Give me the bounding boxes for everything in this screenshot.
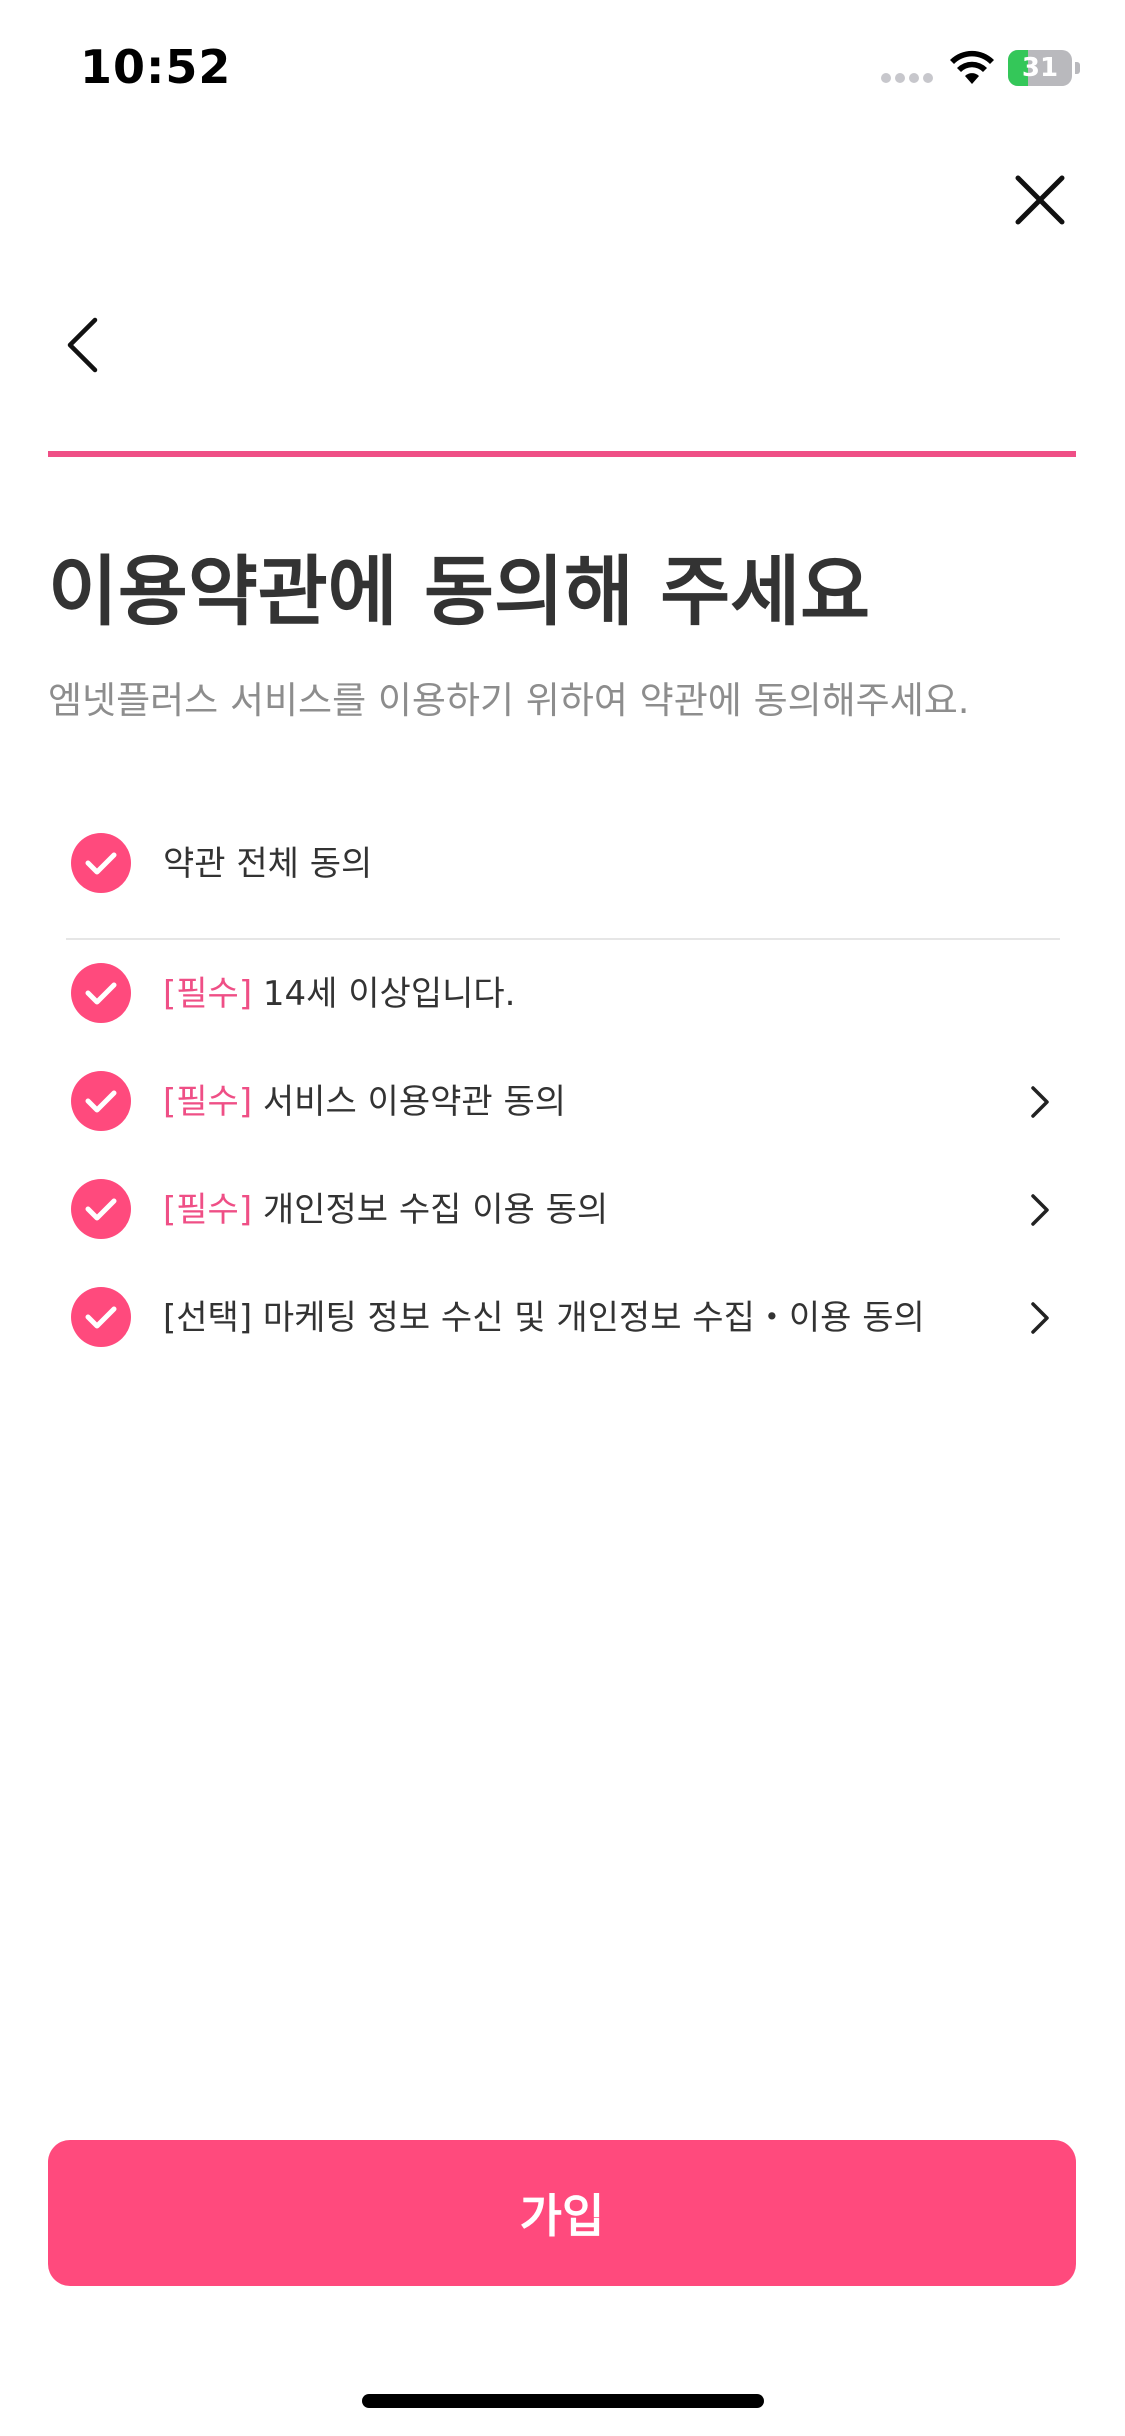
page-subtitle: 엠넷플러스 서비스를 이용하기 위하여 약관에 동의해주세요. (48, 679, 970, 722)
wifi-icon (950, 50, 994, 84)
agree-item-label: [선택] 마케팅 정보 수신 및 개인정보 수집・이용 동의 (163, 1286, 925, 1350)
agree-item-label: [필수] 14세 이상입니다. (163, 962, 515, 1026)
agree-all-label: 약관 전체 동의 (163, 844, 373, 884)
required-tag: [필수] (163, 1190, 253, 1230)
battery-icon: 31 (1008, 50, 1080, 86)
check-circle-icon[interactable] (70, 1178, 132, 1240)
agree-item-text: 서비스 이용약관 동의 (262, 1082, 567, 1122)
join-button[interactable]: 가입 (48, 2140, 1076, 2286)
cellular-signal-icon (881, 73, 933, 83)
status-time: 10:52 (80, 40, 232, 94)
divider (66, 938, 1060, 940)
chevron-right-icon[interactable] (1020, 1190, 1060, 1230)
agree-item-label: [필수] 개인정보 수집 이용 동의 (163, 1178, 608, 1242)
agree-all-row[interactable]: 약관 전체 동의 (70, 832, 1060, 896)
chevron-right-icon[interactable] (1020, 1082, 1060, 1122)
battery-percent: 31 (1021, 53, 1059, 83)
agree-item-privacy[interactable]: [필수] 개인정보 수집 이용 동의 (70, 1178, 1060, 1242)
check-circle-icon[interactable] (70, 1070, 132, 1132)
agree-item-label: [필수] 서비스 이용약관 동의 (163, 1070, 566, 1134)
home-indicator (362, 2394, 764, 2408)
chevron-right-icon[interactable] (1020, 1298, 1060, 1338)
required-tag: [필수] (163, 1082, 253, 1122)
status-bar: 10:52 31 (0, 0, 1125, 140)
back-button[interactable] (50, 305, 120, 385)
check-circle-icon[interactable] (70, 1286, 132, 1348)
agree-item-age[interactable]: [필수] 14세 이상입니다. (70, 962, 1060, 1026)
agree-item-text: 개인정보 수집 이용 동의 (262, 1190, 609, 1230)
agree-item-marketing[interactable]: [선택] 마케팅 정보 수신 및 개인정보 수집・이용 동의 (70, 1286, 1060, 1350)
check-circle-icon[interactable] (70, 962, 132, 1024)
agree-item-text: 마케팅 정보 수신 및 개인정보 수집・이용 동의 (262, 1298, 925, 1338)
required-tag: [필수] (163, 974, 253, 1014)
close-button[interactable] (1000, 160, 1080, 240)
page-title: 이용약관에 동의해 주세요 (48, 547, 871, 636)
progress-fill (48, 451, 1076, 457)
optional-tag: [선택] (163, 1298, 253, 1338)
check-circle-icon[interactable] (70, 832, 132, 894)
agree-item-text: 14세 이상입니다. (262, 974, 516, 1014)
agree-item-terms[interactable]: [필수] 서비스 이용약관 동의 (70, 1070, 1060, 1134)
progress-bar (48, 451, 1076, 457)
